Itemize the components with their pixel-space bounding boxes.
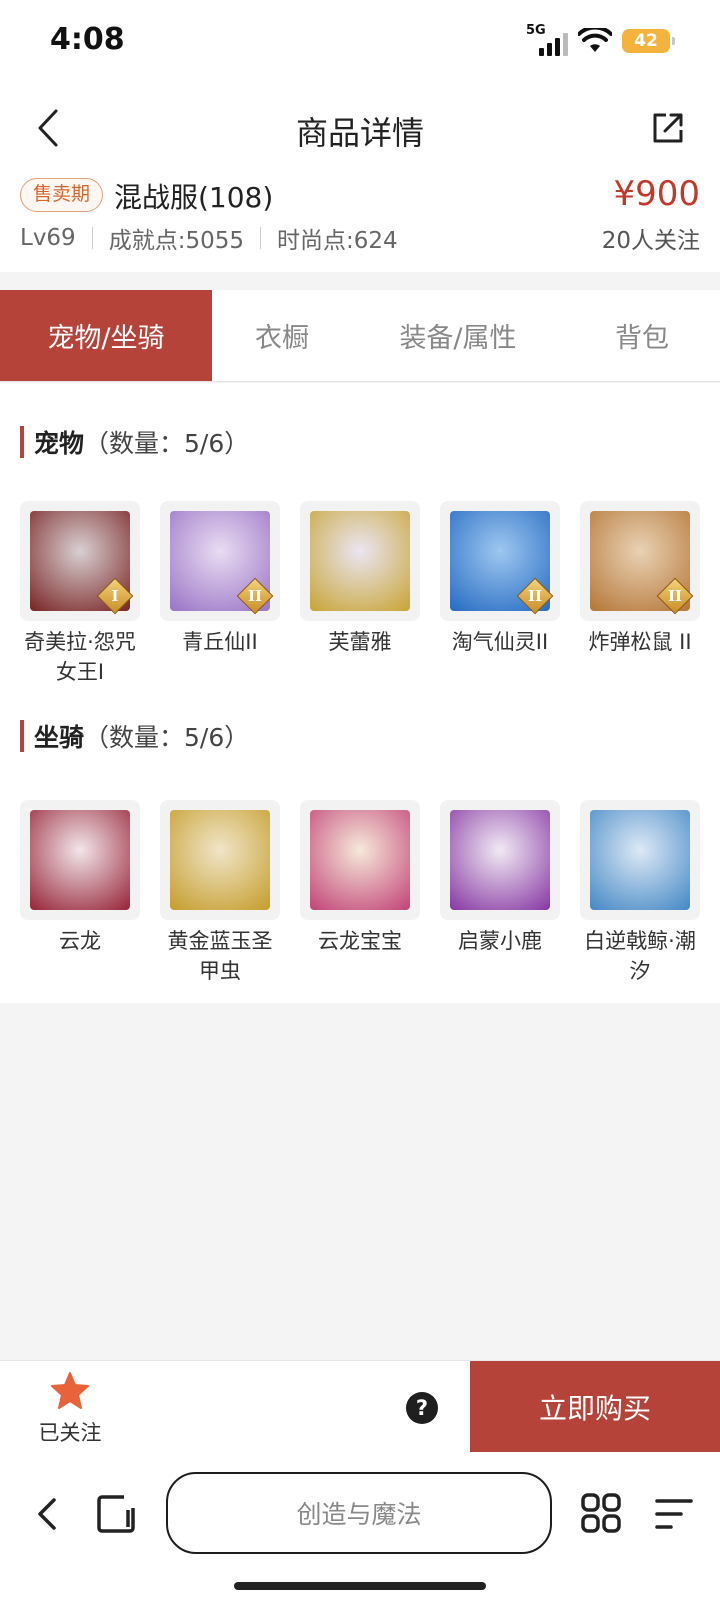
pet-thumbnail: II [160,501,280,621]
mount-item[interactable]: 白逆戟鲸·潮汐 [580,800,700,986]
mount-thumbnail [580,800,700,920]
pets-mounts-panel: 宠物 （数量：5/6） I 奇美拉·怨咒女王I II 青丘仙II 芙蕾雅 II 淘气仙… [0,383,720,1003]
section-count: （数量：5/6） [84,429,250,458]
pet-item[interactable]: II 青丘仙II [160,501,280,687]
mount-thumbnail [440,800,560,920]
category-tabs: 宠物/坐骑 衣橱 装备/属性 背包 [0,290,720,382]
divider [91,227,93,249]
server-name: 混战服(108) [114,181,274,214]
achievement-points: 成就点:5055 [108,228,244,254]
section-count: （数量：5/6） [84,723,250,752]
pet-item[interactable]: II 淘气仙灵II [440,501,560,687]
tabs-icon[interactable] [96,1494,138,1534]
mount-name: 云龙宝宝 [318,929,402,953]
mount-thumbnail [300,800,420,920]
rank-text: II [527,587,543,605]
follower-count: 20人关注 [601,228,700,254]
follow-button[interactable]: 已关注 [30,1371,110,1447]
tab-wardrobe[interactable]: 衣橱 [212,290,352,381]
battery-icon: 42 [622,29,675,53]
mounts-section-title: 坐骑 （数量：5/6） [20,720,249,752]
pet-name: 炸弹松鼠 II [588,630,692,654]
wifi-icon [578,28,612,52]
pet-thumbnail: I [20,501,140,621]
pets-section-title: 宠物 （数量：5/6） [20,426,249,458]
pet-item[interactable]: 芙蕾雅 [300,501,420,687]
tab-pets-mounts[interactable]: 宠物/坐骑 [0,290,212,381]
level: Lv69 [20,225,76,251]
pet-thumbnail: II [580,501,700,621]
help-icon[interactable]: ? [406,1392,438,1424]
cellular-signal-icon: 5G [526,23,568,56]
mount-name: 白逆戟鲸·潮汐 [584,929,696,983]
pets-grid: I 奇美拉·怨咒女王I II 青丘仙II 芙蕾雅 II 淘气仙灵II II 炸弹松鼠 I… [20,501,700,687]
mount-item[interactable]: 云龙 [20,800,140,986]
mount-name: 云龙 [59,929,101,953]
account-stats: Lv69 成就点:5055 时尚点:624 [20,221,398,255]
status-time: 4:08 [50,22,125,57]
section-name: 坐骑 [34,723,85,752]
mount-name: 黄金蓝玉圣甲虫 [167,929,273,983]
star-icon [51,1372,89,1409]
pet-thumbnail: II [440,501,560,621]
purchase-bar: 已关注 ? 立即购买 [0,1360,720,1453]
share-icon[interactable] [650,110,686,146]
pet-name: 淘气仙灵II [451,630,549,654]
section-marker [20,720,24,752]
mount-item[interactable]: 云龙宝宝 [300,800,420,986]
page-title: 商品详情 [295,114,424,152]
section-marker [20,426,24,458]
status-badge: 售卖期 [20,178,104,212]
rank-text: II [667,587,683,605]
product-info: 售卖期 混战服(108) ¥900 Lv69 成就点:5055 时尚点:624 … [0,174,720,272]
status-icons: 5G 42 [526,23,675,58]
home-indicator [234,1582,486,1590]
tab-equipment[interactable]: 装备/属性 [352,290,564,381]
mount-image [170,810,270,910]
apps-grid-icon[interactable] [580,1492,622,1534]
follow-label: 已关注 [38,1421,102,1445]
buy-now-button[interactable]: 立即购买 [470,1361,720,1453]
pet-name: 芙蕾雅 [328,630,392,654]
mount-image [310,810,410,910]
mount-item[interactable]: 启蒙小鹿 [440,800,560,986]
pet-name: 奇美拉·怨咒女王I [24,630,136,684]
mounts-grid: 云龙 黄金蓝玉圣甲虫 云龙宝宝 启蒙小鹿 白逆戟鲸·潮汐 [20,800,700,986]
address-bar[interactable]: 创造与魔法 [166,1472,552,1554]
pet-item[interactable]: I 奇美拉·怨咒女王I [20,501,140,687]
pet-thumbnail [300,501,420,621]
rank-text: II [247,587,263,605]
divider [260,227,261,249]
mount-image [590,810,690,910]
fashion-points: 时尚点:624 [277,228,398,254]
mount-name: 启蒙小鹿 [458,929,542,953]
mount-thumbnail [20,800,140,920]
mount-image [30,810,130,910]
pet-image [310,511,410,611]
mount-thumbnail [160,800,280,920]
pet-name: 青丘仙II [182,630,258,654]
pet-item[interactable]: II 炸弹松鼠 II [580,501,700,687]
status-bar: 4:08 5G 42 [0,0,720,82]
section-name: 宠物 [34,429,85,458]
price: ¥900 [613,174,700,214]
browser-toolbar: 创造与魔法 [0,1452,720,1602]
nav-header: 商品详情 [0,82,720,174]
tab-backpack[interactable]: 背包 [564,290,720,381]
mount-item[interactable]: 黄金蓝玉圣甲虫 [160,800,280,986]
menu-icon[interactable] [654,1496,694,1532]
browser-back-icon[interactable] [30,1492,66,1536]
rank-text: I [111,587,119,605]
mount-image [450,810,550,910]
